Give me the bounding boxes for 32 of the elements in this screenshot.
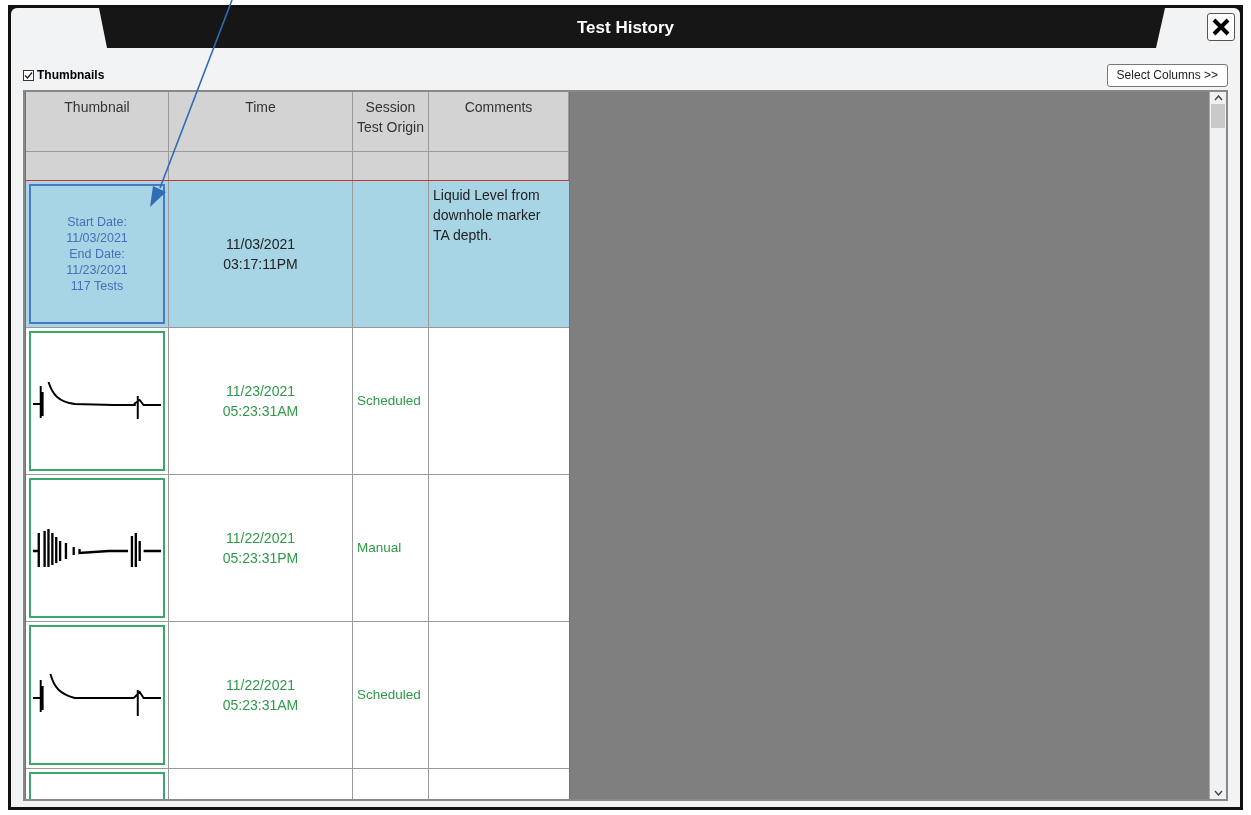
summary-text: End Date:	[69, 246, 125, 262]
column-header[interactable]: Thumbnail	[64, 97, 130, 151]
column-header[interactable]: Time	[245, 97, 276, 151]
checkbox-box[interactable]	[23, 69, 34, 81]
select-columns-button[interactable]: Select Columns >>	[1106, 63, 1228, 87]
comment-cell-text: Liquid Level from downhole marker TA depth.	[433, 186, 542, 245]
close-icon	[1212, 18, 1230, 36]
origin-cell-text: Scheduled	[357, 391, 421, 410]
scroll-thumb[interactable]	[1211, 104, 1225, 128]
thumbnails-checkbox[interactable]: Thumbnails	[23, 66, 105, 84]
summary-text: Start Date:	[67, 214, 127, 230]
table-row[interactable]: Start Date: 11/03/2021 End Date: 11/23/2021 117 Tests 11/03/2021 03:17:11PM Liquid Level from downhole marker TA depth.	[26, 181, 569, 328]
time-cell-text: 11/22/2021 05:23:31AM	[222, 676, 299, 715]
time-cell-text: 11/23/2021 05:23:31AM	[222, 382, 299, 421]
origin-cell-text: Scheduled	[357, 685, 421, 704]
scroll-up-icon[interactable]	[1213, 95, 1223, 101]
scrollbar[interactable]	[1209, 92, 1226, 799]
origin-cell-text: Manual	[357, 538, 402, 557]
close-button[interactable]	[1207, 13, 1235, 41]
checkmark-icon	[24, 70, 33, 80]
table-row[interactable]: 11/22/2021 05:23:31PM Manual	[26, 475, 569, 622]
table-row[interactable]: 11/22/2021 05:23:31AM Scheduled	[26, 622, 569, 769]
time-cell-text: 11/22/2021 05:23:31PM	[222, 529, 299, 568]
column-header[interactable]: Session Test Origin	[353, 97, 428, 151]
summary-text: 117 Tests	[70, 278, 124, 294]
time-cell-text: 11/03/2021 03:17:11PM	[223, 235, 298, 274]
scroll-down-icon[interactable]	[1213, 790, 1223, 796]
summary-text: 11/03/2021	[66, 230, 128, 246]
summary-text: 11/23/2021	[66, 262, 128, 278]
table-row[interactable]: 11/23/2021 05:23:31AM Scheduled	[26, 328, 569, 475]
window-title: Test History	[577, 17, 674, 40]
column-header[interactable]: Comments	[464, 97, 533, 151]
